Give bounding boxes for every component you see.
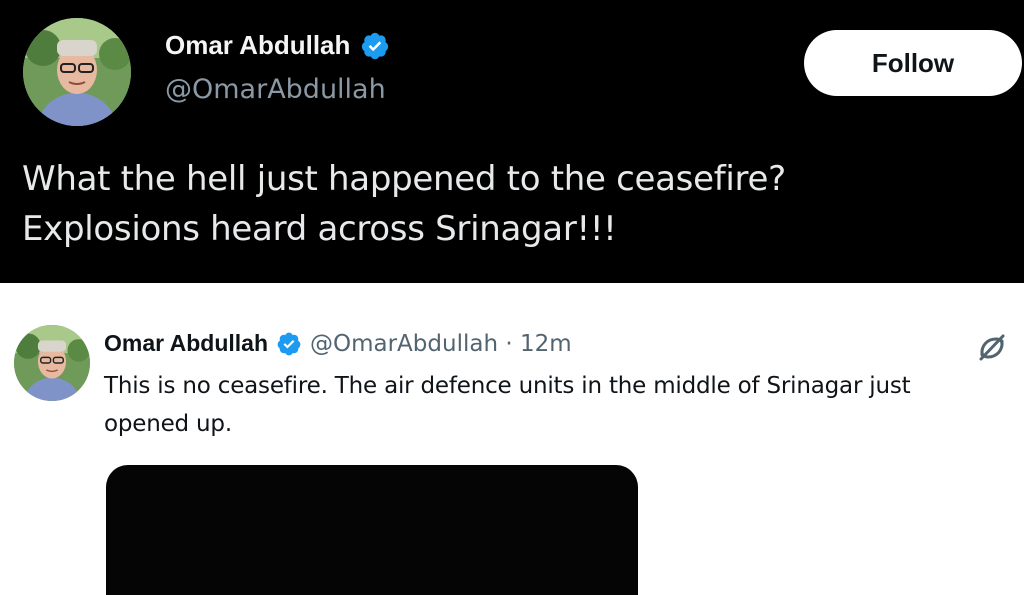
quoted-author-row: Omar Abdullah @OmarAbdullah · 12m bbox=[104, 330, 572, 357]
tweet-text-line-2: Explosions heard across Srinagar!!! bbox=[22, 209, 617, 249]
top-avatar[interactable] bbox=[23, 18, 131, 126]
quoted-text-line-2: opened up. bbox=[104, 411, 232, 437]
quoted-avatar[interactable] bbox=[14, 325, 90, 401]
follow-button[interactable]: Follow bbox=[804, 30, 1022, 96]
quoted-tweet-text: This is no ceasefire. The air defence un… bbox=[104, 367, 1004, 443]
verified-badge-icon bbox=[360, 31, 390, 61]
verified-badge-icon bbox=[276, 331, 302, 357]
tweet-text: What the hell just happened to the cease… bbox=[22, 154, 1002, 254]
top-tweet: Omar Abdullah @OmarAbdullah Follow What … bbox=[0, 0, 1024, 283]
quoted-author-name[interactable]: Omar Abdullah bbox=[104, 330, 268, 357]
tweet-text-line-1: What the hell just happened to the cease… bbox=[22, 159, 786, 199]
author-handle[interactable]: @OmarAbdullah bbox=[165, 74, 386, 105]
quoted-text-line-1: This is no ceasefire. The air defence un… bbox=[104, 373, 911, 399]
grok-icon[interactable] bbox=[975, 331, 1009, 365]
author-name[interactable]: Omar Abdullah bbox=[165, 30, 350, 61]
quoted-tweet[interactable]: Omar Abdullah @OmarAbdullah · 12m This i… bbox=[0, 283, 1024, 595]
top-author-row: Omar Abdullah bbox=[165, 30, 390, 61]
video-media[interactable] bbox=[106, 465, 638, 595]
quoted-handle-time[interactable]: @OmarAbdullah · 12m bbox=[310, 331, 572, 357]
